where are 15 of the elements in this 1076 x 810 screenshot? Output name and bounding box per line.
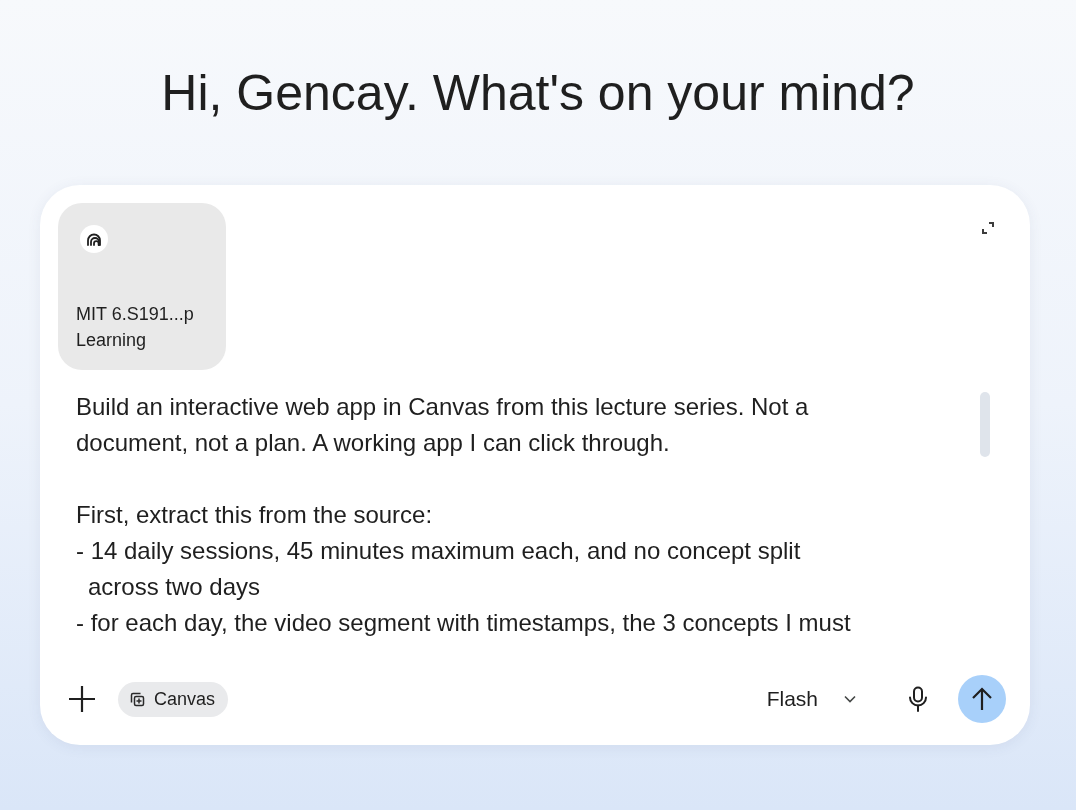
stacked-squares-plus-icon — [129, 690, 146, 708]
canvas-tool-chip[interactable]: Canvas — [118, 681, 229, 717]
arrow-up-icon — [971, 687, 993, 711]
send-button[interactable] — [958, 675, 1006, 723]
prompt-paragraph: Build an interactive web app in Canvas from this lecture series. Not a document, not a plan. A working app I can click through. — [76, 392, 809, 458]
greeting-heading: Hi, Gencay. What's on your mind? — [161, 64, 915, 123]
prompt-paragraph: First, extract this from the source: - 14 daily sessions, 45 minutes maximum each, and no concept split across two days - for each day, the video segment with timestamps, the 3 concepts I must — [76, 500, 851, 638]
microphone-icon — [908, 686, 928, 712]
scrollbar[interactable] — [980, 392, 990, 457]
attachment-card[interactable]: MIT 6.S191...p Learning — [58, 203, 226, 370]
arches-icon — [80, 225, 108, 253]
attachment-title: MIT 6.S191...p Learning — [76, 303, 194, 352]
plus-icon — [69, 686, 95, 712]
model-selector[interactable]: Flash — [754, 679, 870, 719]
expand-icon — [980, 220, 996, 236]
